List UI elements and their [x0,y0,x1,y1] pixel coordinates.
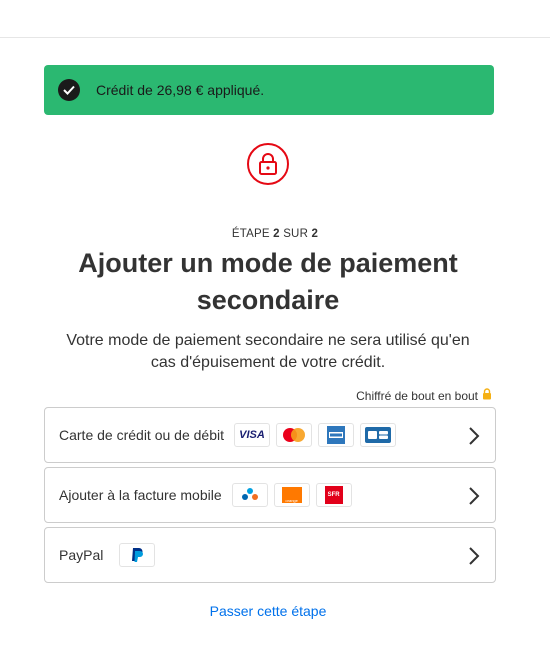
chevron-right-icon [469,547,480,565]
step-prefix: ÉTAPE [231,228,270,240]
mastercard-logo [276,423,312,447]
carrier-logos: orange SFR [231,483,352,507]
page-title: Ajouter un mode de paiement secondaire [78,248,458,315]
encryption-note: Chiffré de bout en bout [356,388,492,403]
paypal-logo [119,543,156,567]
step-total: 2 [311,228,319,240]
banner-message: Crédit de 26,98 € appliqué. [96,82,265,98]
chevron-right-icon [469,487,480,505]
option-paypal[interactable]: PayPal [44,527,496,583]
option-label: PayPal [59,547,104,563]
credit-applied-banner: Crédit de 26,98 € appliqué. [44,65,494,115]
paypal-logos [119,543,156,567]
amex-logo [318,423,354,447]
bouygues-logo [231,483,268,507]
step-current: 2 [273,228,280,240]
chevron-right-icon [469,427,480,445]
skip-step-link[interactable]: Passer cette étape [0,603,536,619]
checkmark-icon [58,79,80,101]
step-separator: SUR [283,228,309,240]
orange-logo: orange [273,483,310,507]
option-label: Ajouter à la facture mobile [59,487,222,503]
card-logos: VISA [234,423,396,447]
step-indicator: ÉTAPE 2 SUR 2 [0,228,550,240]
page-subtitle: Votre mode de paiement secondaire ne ser… [66,332,470,371]
cb-logo [360,423,396,447]
sfr-logo: SFR [315,483,352,507]
option-credit-card[interactable]: Carte de crédit ou de débit VISA [44,407,496,463]
option-mobile-billing[interactable]: Ajouter à la facture mobile orange SFR [44,467,496,523]
top-header-bar [0,0,550,38]
padlock-icon [482,388,492,403]
option-label: Carte de crédit ou de débit [59,427,224,443]
visa-logo: VISA [234,423,270,447]
encryption-note-text: Chiffré de bout en bout [356,388,478,403]
lock-icon [247,143,289,185]
